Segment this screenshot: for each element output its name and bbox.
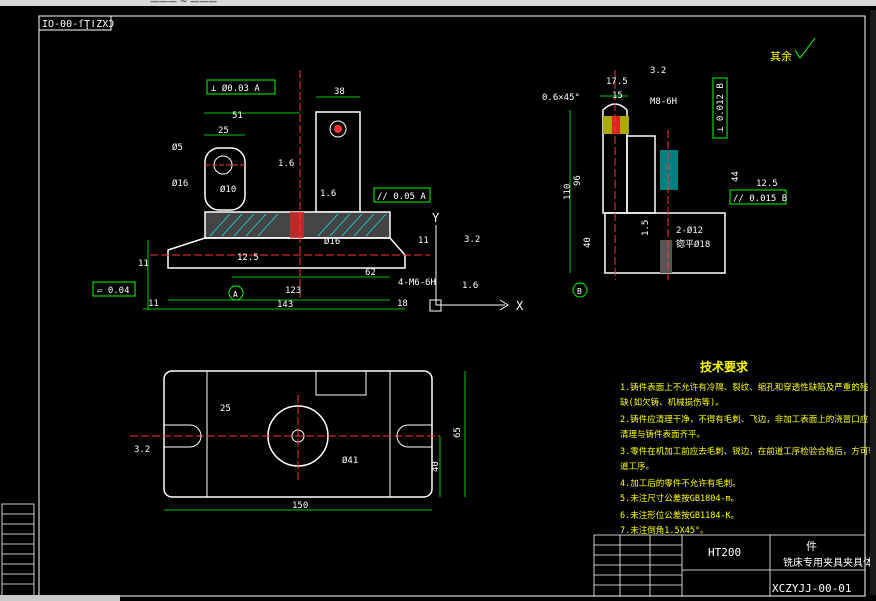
- svg-text:38: 38: [334, 87, 345, 97]
- side-view[interactable]: ⊥ 0.012 B // 0.015 B B 0.6×45° 17.5 15 M…: [542, 66, 787, 298]
- svg-text:25: 25: [220, 404, 231, 414]
- svg-text:Ø10: Ø10: [220, 184, 236, 195]
- front-view[interactable]: ⊥ Ø0.03 A // 0.05 A ▱ 0.04 38 25 51 Ø5 Ø…: [92, 70, 524, 313]
- svg-text:65: 65: [453, 427, 463, 438]
- svg-text:1.6: 1.6: [320, 189, 336, 199]
- svg-text:B: B: [577, 287, 582, 296]
- svg-text:Ø16: Ø16: [324, 236, 340, 247]
- svg-text:12.5: 12.5: [237, 253, 259, 263]
- svg-text:缺(如欠铸、机械损伤等)。: 缺(如欠铸、机械损伤等)。: [620, 397, 724, 408]
- svg-text:11: 11: [138, 259, 149, 269]
- drawing-frame: [38, 15, 866, 597]
- svg-text:18: 18: [397, 299, 408, 309]
- svg-text:// 0.05 A: // 0.05 A: [377, 192, 426, 202]
- svg-text:150: 150: [292, 501, 308, 511]
- drawing-number: XCZYJJ-00-01: [772, 582, 851, 595]
- svg-text:锪平Ø18: 锪平Ø18: [676, 238, 710, 250]
- svg-text:11: 11: [418, 236, 429, 246]
- layout-tab-bar[interactable]: [0, 595, 120, 601]
- tech-req-list: 1.铸件表面上不允许有冷隔、裂纹、缩孔和穿透性缺陷及严重的残 缺(如欠铸、机械损…: [620, 382, 876, 536]
- svg-text:4-M6-6H: 4-M6-6H: [398, 278, 436, 288]
- vertical-scrollbar[interactable]: [870, 10, 876, 595]
- svg-text:12.5: 12.5: [756, 179, 778, 189]
- hole-center: [334, 125, 342, 133]
- svg-text:Ø41: Ø41: [342, 455, 358, 466]
- cad-drawing-canvas[interactable]: IO-00-ſŢǀZXƆ 其余 ⊥ Ø0.03 A // 0.05 A ▱ 0.…: [0, 0, 876, 601]
- svg-text:123: 123: [285, 286, 301, 296]
- axis-x-label: X: [516, 299, 524, 313]
- tech-req-title: 技术要求: [700, 359, 749, 374]
- material-label: HT200: [708, 546, 741, 559]
- svg-text:3.零件在机加工前应去毛刺、锐边，在前道工序检验合格后，方可: 3.零件在机加工前应去毛刺、锐边，在前道工序检验合格后，方可转入下: [620, 446, 876, 457]
- roughness-note: 其余: [770, 49, 792, 63]
- base-flange: [167, 237, 406, 269]
- left-lug: [204, 147, 246, 211]
- svg-text:25: 25: [218, 126, 229, 136]
- svg-text:2.铸件应清理干净，不得有毛刺、飞边，非加工表面上的浇冒口应: 2.铸件应清理干净，不得有毛刺、飞边，非加工表面上的浇冒口应: [620, 414, 869, 425]
- svg-text:1.6: 1.6: [278, 159, 294, 169]
- svg-text:清理与铸件表面齐平。: 清理与铸件表面齐平。: [620, 429, 705, 440]
- part-name: 铣床专用夹具夹具体: [783, 556, 873, 569]
- svg-text:11: 11: [148, 299, 159, 309]
- piece-label: 件: [806, 540, 817, 553]
- svg-text:⊥ Ø0.03 A: ⊥ Ø0.03 A: [211, 83, 260, 94]
- svg-text:4.加工后的零件不允许有毛刺。: 4.加工后的零件不允许有毛刺。: [620, 478, 741, 489]
- svg-text:Ø5: Ø5: [172, 142, 183, 153]
- svg-text:3.2: 3.2: [464, 235, 480, 245]
- svg-text:6.未注形位公差按GB1184-K。: 6.未注形位公差按GB1184-K。: [620, 510, 739, 521]
- svg-text:143: 143: [277, 300, 293, 310]
- axis-y-label: Y: [432, 211, 440, 225]
- svg-text:// 0.015 B: // 0.015 B: [733, 194, 787, 204]
- svg-text:44: 44: [731, 171, 741, 182]
- svg-text:Ø16: Ø16: [172, 178, 188, 189]
- svg-text:3.2: 3.2: [134, 445, 150, 455]
- svg-text:2-Ø12: 2-Ø12: [676, 225, 703, 236]
- svg-text:40: 40: [583, 237, 593, 248]
- datum-a-label: A: [233, 290, 238, 299]
- roughness-symbol-icon: [794, 37, 816, 59]
- svg-text:110: 110: [563, 184, 573, 200]
- svg-text:17.5: 17.5: [606, 77, 628, 87]
- svg-text:7.未注倒角1.5X45°。: 7.未注倒角1.5X45°。: [620, 525, 709, 536]
- svg-text:M8-6H: M8-6H: [650, 97, 677, 107]
- svg-text:5.未注尺寸公差按GB1804-m。: 5.未注尺寸公差按GB1804-m。: [620, 493, 739, 504]
- top-view[interactable]: 25 3.2 Ø41 65 40 150: [130, 370, 466, 511]
- svg-text:62: 62: [365, 268, 376, 278]
- svg-text:1.5: 1.5: [641, 220, 651, 236]
- svg-text:▱ 0.04: ▱ 0.04: [97, 286, 130, 296]
- svg-text:1.铸件表面上不允许有冷隔、裂纹、缩孔和穿透性缺陷及严重的残: 1.铸件表面上不允许有冷隔、裂纹、缩孔和穿透性缺陷及严重的残: [620, 382, 869, 393]
- revision-block: [1, 503, 35, 597]
- svg-text:0.6×45°: 0.6×45°: [542, 93, 580, 103]
- svg-text:40: 40: [431, 461, 441, 472]
- mirrored-code: IO-00-ſŢǀZXƆ: [42, 19, 114, 30]
- svg-text:15: 15: [612, 91, 623, 101]
- svg-text:51: 51: [232, 111, 243, 121]
- svg-text:3.2: 3.2: [650, 66, 666, 76]
- svg-text:⊥ 0.012 B: ⊥ 0.012 B: [716, 83, 726, 132]
- svg-text:1.6: 1.6: [462, 281, 478, 291]
- svg-text:道工序。: 道工序。: [620, 461, 654, 472]
- svg-text:96: 96: [573, 175, 583, 186]
